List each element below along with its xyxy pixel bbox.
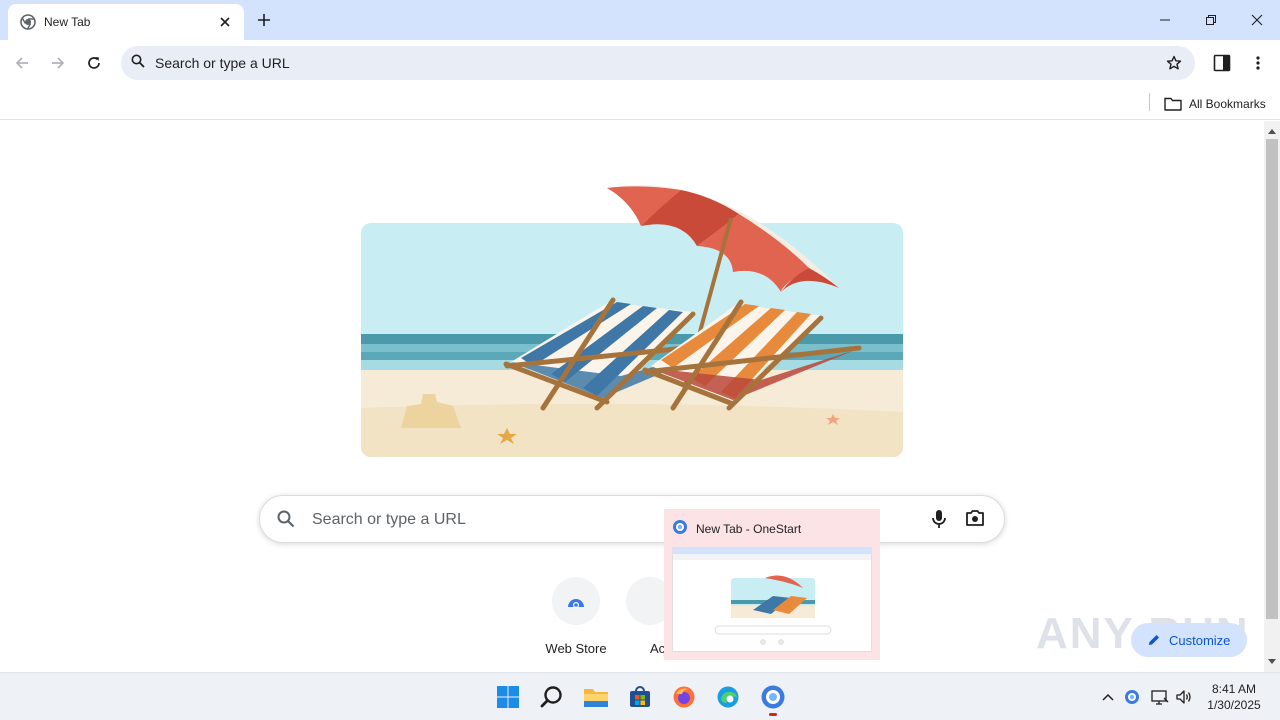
active-app-indicator [769, 713, 777, 716]
menu-kebab-icon[interactable] [1244, 49, 1272, 77]
address-text: Search or type a URL [155, 55, 290, 71]
network-icon[interactable] [1150, 687, 1170, 707]
shortcut-label: Web Store [545, 641, 607, 656]
all-bookmarks-label: All Bookmarks [1189, 97, 1266, 111]
bookmarks-separator [1149, 93, 1150, 111]
address-bar[interactable]: Search or type a URL [121, 46, 1195, 80]
camera-icon[interactable] [965, 509, 985, 532]
onestart-icon[interactable] [758, 682, 788, 712]
web-store-icon [552, 577, 600, 625]
side-panel-button[interactable] [1208, 49, 1236, 77]
customize-button[interactable]: Customize [1131, 623, 1247, 657]
bookmarks-bar: All Bookmarks [0, 86, 1280, 120]
taskbar-window-preview[interactable]: New Tab - OneStart [664, 509, 880, 660]
chrome-icon [20, 14, 36, 30]
search-icon [131, 54, 145, 73]
microsoft-store-icon[interactable] [625, 682, 655, 712]
browser-toolbar: Search or type a URL [0, 40, 1280, 86]
reload-button[interactable] [80, 49, 108, 77]
tab-strip: New Tab [0, 0, 1280, 40]
tab-title: New Tab [44, 15, 91, 29]
page-scrollbar[interactable] [1264, 121, 1280, 672]
ntp-search-box[interactable]: Search or type a URL [259, 495, 1005, 543]
new-tab-button[interactable] [253, 9, 275, 31]
new-tab-page: Search or type a URL Web Store Ac ANY RU… [0, 121, 1264, 672]
search-icon [277, 510, 295, 533]
firefox-icon[interactable] [669, 682, 699, 712]
restore-button[interactable] [1188, 0, 1234, 40]
preview-title: New Tab - OneStart [672, 519, 801, 538]
close-window-button[interactable] [1234, 0, 1280, 40]
clock-time: 8:41 AM [1211, 682, 1257, 696]
tab-new-tab[interactable]: New Tab [8, 4, 244, 40]
system-clock[interactable]: 8:41 AM 1/30/2025 [1196, 681, 1272, 713]
volume-icon[interactable] [1174, 687, 1194, 707]
customize-label: Customize [1169, 632, 1231, 648]
bookmark-star-icon[interactable] [1159, 48, 1189, 78]
scroll-up-arrow-icon[interactable] [1264, 123, 1280, 139]
microphone-icon[interactable] [930, 509, 948, 534]
minimize-button[interactable] [1142, 0, 1188, 40]
file-explorer-icon[interactable] [581, 682, 611, 712]
all-bookmarks-button[interactable]: All Bookmarks [1164, 91, 1266, 117]
beach-illustration [361, 185, 903, 457]
onestart-tray-icon[interactable] [1122, 687, 1142, 707]
preview-title-text: New Tab - OneStart [696, 521, 802, 536]
back-button[interactable] [8, 49, 36, 77]
scroll-thumb[interactable] [1266, 139, 1278, 619]
chevron-up-icon[interactable] [1098, 687, 1118, 707]
preview-thumbnail [672, 547, 872, 652]
forward-button[interactable] [44, 49, 72, 77]
pencil-icon [1149, 635, 1159, 645]
ntp-search-placeholder: Search or type a URL [312, 511, 466, 528]
search-icon[interactable] [537, 682, 567, 712]
edge-icon[interactable] [713, 682, 743, 712]
close-tab-icon[interactable] [216, 13, 234, 31]
shortcut-web-store[interactable]: Web Store [526, 577, 626, 656]
windows-start-icon[interactable] [493, 682, 523, 712]
onestart-icon [672, 519, 688, 538]
folder-icon [1164, 97, 1182, 111]
windows-taskbar: 8:41 AM 1/30/2025 [0, 672, 1280, 720]
scroll-down-arrow-icon[interactable] [1264, 654, 1280, 670]
clock-date: 1/30/2025 [1207, 698, 1261, 712]
